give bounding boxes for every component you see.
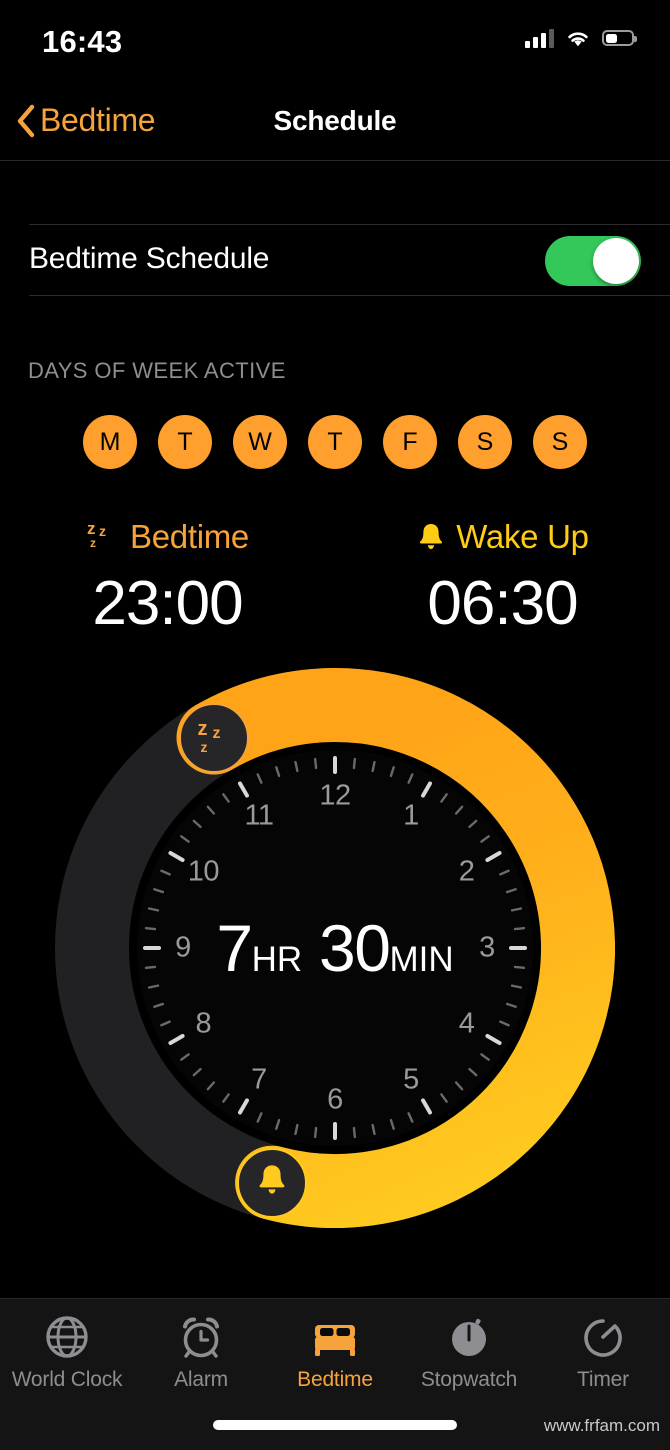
wakeup-heading: Wake Up [335, 514, 670, 560]
navigation-bar: Bedtime Schedule [0, 86, 670, 160]
cellular-bars-icon [525, 28, 554, 48]
day-circle-monday[interactable]: M [83, 415, 137, 469]
status-bar-time: 16:43 [42, 24, 123, 59]
tab-label-world-clock: World Clock [11, 1368, 123, 1391]
bedtime-block[interactable]: zzz Bedtime 23:00 [0, 514, 335, 639]
bed-icon [311, 1313, 359, 1361]
tab-label-timer: Timer [577, 1368, 629, 1391]
bedtime-heading: zzz Bedtime [0, 514, 335, 560]
zzz-icon: zzz [197, 717, 221, 755]
days-of-week-selector: MTWTFSS [0, 415, 670, 469]
globe-icon [44, 1313, 90, 1361]
day-letter: T [327, 427, 343, 456]
wakeup-value: 06:30 [427, 569, 578, 638]
tab-bedtime[interactable]: Bedtime [268, 1313, 402, 1407]
bedtime-schedule-row: Bedtime Schedule [0, 224, 670, 296]
day-circle-friday[interactable]: F [383, 415, 437, 469]
day-circle-thursday[interactable]: T [308, 415, 362, 469]
day-circle-sunday[interactable]: S [533, 415, 587, 469]
status-bar: 16:43 [0, 0, 670, 78]
tab-timer[interactable]: Timer [536, 1313, 670, 1407]
bell-icon [416, 521, 446, 553]
tab-alarm[interactable]: Alarm [134, 1313, 268, 1407]
day-circle-wednesday[interactable]: W [233, 415, 287, 469]
bedtime-label: Bedtime [130, 518, 249, 555]
stopwatch-icon [446, 1313, 492, 1361]
day-letter: M [99, 427, 121, 456]
duration-hours: 7 [216, 911, 253, 985]
bedtime-schedule-label: Bedtime Schedule [29, 242, 270, 275]
sleep-duration-text: 7HR 30MIN [216, 910, 453, 986]
nav-divider [0, 160, 670, 161]
day-letter: F [402, 427, 418, 456]
bedtime-handle[interactable]: zzz [178, 702, 249, 773]
watermark: www.frfam.com [543, 1416, 660, 1435]
tab-stopwatch[interactable]: Stopwatch [402, 1313, 536, 1407]
bedtime-schedule-toggle[interactable] [545, 236, 641, 286]
duration-hours-unit: HR [251, 940, 303, 979]
home-indicator [213, 1420, 457, 1430]
day-letter: W [248, 427, 272, 456]
page-title: Schedule [273, 105, 397, 136]
tab-label-stopwatch: Stopwatch [420, 1368, 518, 1391]
zzz-icon: zzz [87, 519, 107, 550]
row-divider-bottom [29, 295, 670, 296]
toggle-knob [593, 238, 639, 284]
timer-icon [580, 1313, 626, 1361]
tab-label-bedtime: Bedtime [297, 1368, 373, 1391]
days-of-week-header: DAYS OF WEEK ACTIVE [28, 358, 286, 383]
day-letter: T [177, 427, 193, 456]
day-letter: S [551, 427, 569, 456]
status-bar-indicators [525, 28, 637, 48]
wakeup-block[interactable]: Wake Up 06:30 [335, 514, 670, 639]
tab-bar: World Clock Alarm Bedtime Stopwatch Time… [0, 1298, 670, 1450]
tab-label-alarm: Alarm [174, 1368, 228, 1391]
day-circle-saturday[interactable]: S [458, 415, 512, 469]
wakeup-label: Wake Up [456, 518, 589, 555]
sleep-duration-dial[interactable]: 12 1 2 3 4 5 6 7 8 9 10 11 7HR 30MIN zzz [55, 668, 615, 1228]
duration-minutes-unit: MIN [389, 940, 454, 979]
battery-icon [602, 30, 637, 46]
wifi-icon [565, 28, 591, 48]
day-letter: S [476, 427, 494, 456]
bell-icon [255, 1162, 289, 1203]
battery-fill [605, 33, 617, 43]
wakeup-handle[interactable] [237, 1147, 308, 1218]
tab-list: World Clock Alarm Bedtime Stopwatch Time… [0, 1299, 670, 1407]
tab-world-clock[interactable]: World Clock [0, 1313, 134, 1407]
time-summary: zzz Bedtime 23:00 Wake Up 06:30 [0, 514, 670, 639]
bedtime-value: 23:00 [92, 569, 243, 638]
day-circle-tuesday[interactable]: T [158, 415, 212, 469]
row-divider-top [29, 224, 670, 225]
duration-minutes: 30 [319, 911, 391, 985]
alarm-icon [178, 1313, 224, 1361]
bedtime-schedule-screen: 16:43 Bedtime Schedule Bedtime Schedule … [0, 0, 670, 1450]
